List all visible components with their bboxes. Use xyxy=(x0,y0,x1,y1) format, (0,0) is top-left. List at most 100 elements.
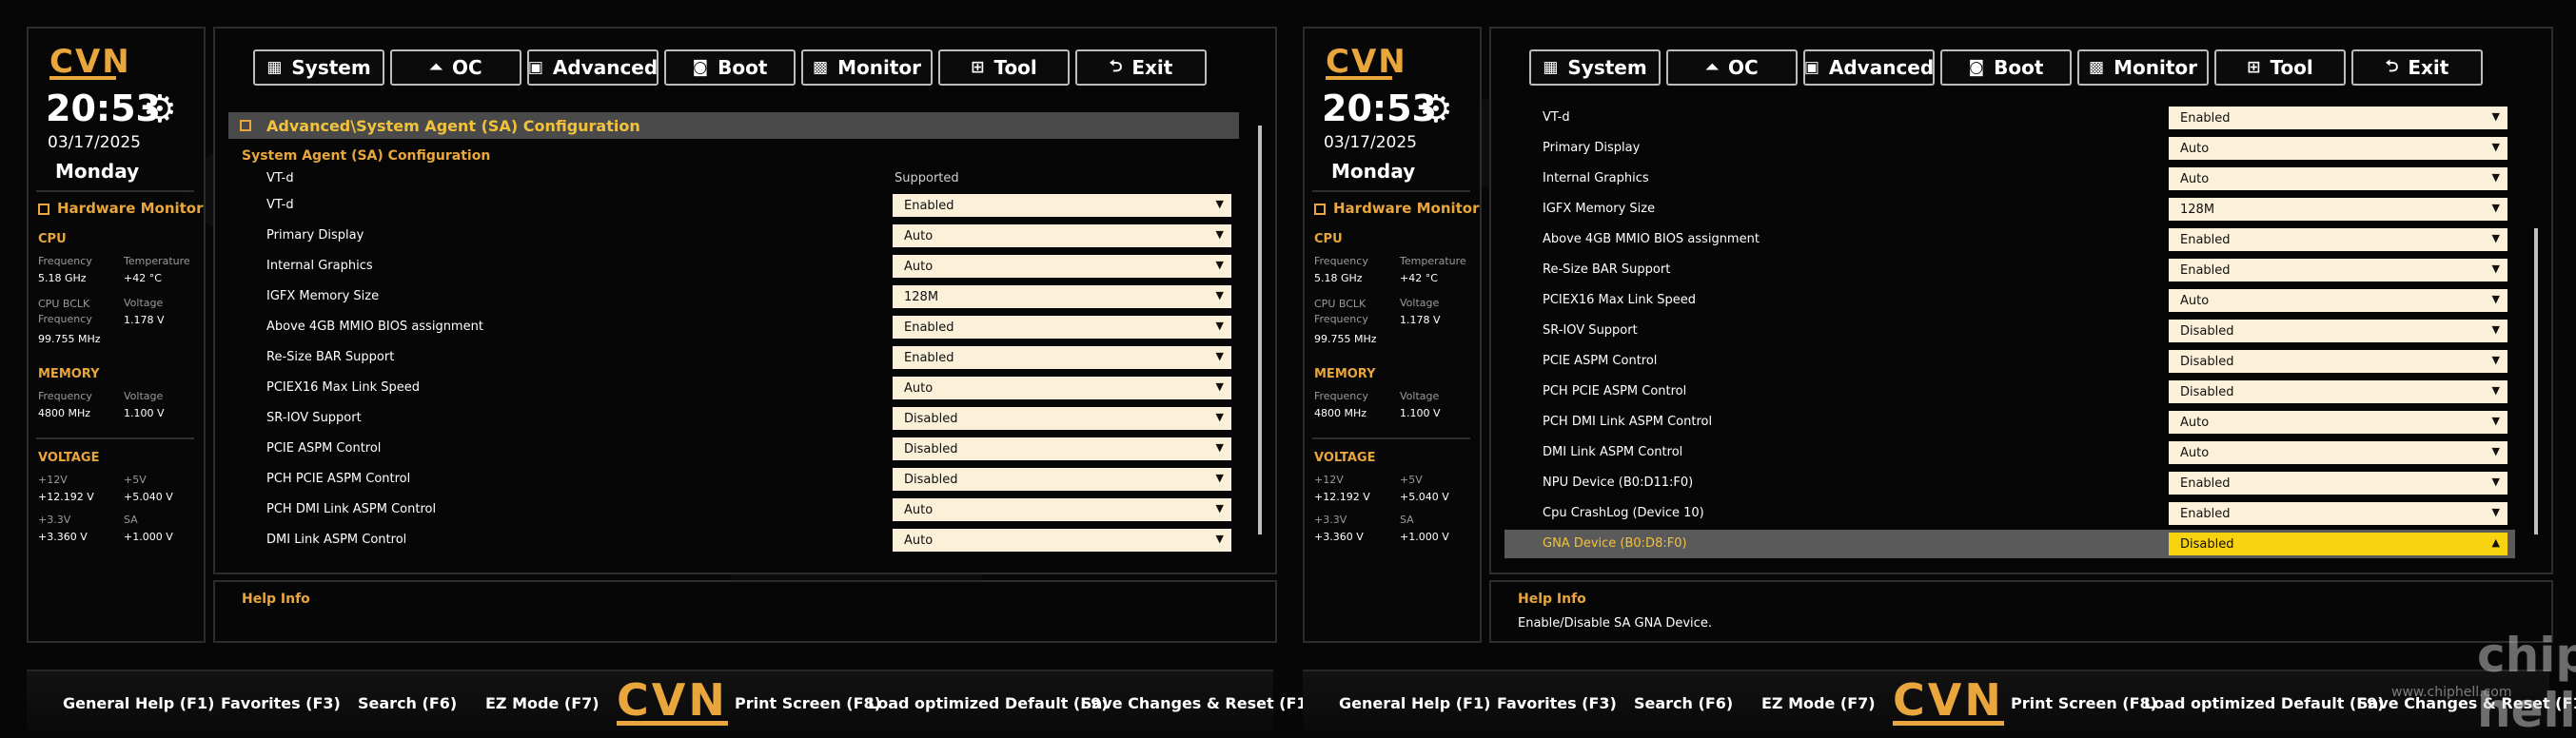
setting-dropdown[interactable]: Auto ▼ xyxy=(893,498,1231,521)
tab-exit[interactable]: ⮌ Exit xyxy=(1075,49,1207,86)
setting-value: 128M xyxy=(904,289,939,304)
tab-tool[interactable]: ⊞ Tool xyxy=(938,49,1070,86)
general-help-button[interactable]: General Help (F1) xyxy=(1339,694,1490,712)
square-icon xyxy=(38,204,49,215)
bios-screen-right: CVN 20:53 ⚙ 03/17/2025 Monday Hardware M… xyxy=(1288,0,2576,738)
disk-icon: ◙ xyxy=(692,58,709,77)
setting-label: DMI Link ASPM Control xyxy=(266,533,407,547)
tab-boot[interactable]: ◙ Boot xyxy=(664,49,796,86)
setting-label: Primary Display xyxy=(266,228,364,243)
v12-label: +12V xyxy=(38,474,68,486)
load-default-button[interactable]: Load optimized Default (F9) xyxy=(868,694,1109,712)
v33-value: +3.360 V xyxy=(38,531,88,543)
tab-tool[interactable]: ⊞ Tool xyxy=(2214,49,2346,86)
help-title: Help Info xyxy=(242,592,310,607)
setting-dropdown[interactable]: Enabled ▼ xyxy=(893,346,1231,369)
tab-system[interactable]: ▦ System xyxy=(1529,49,1661,86)
mem-freq: 4800 MHz xyxy=(1314,407,1367,419)
gear-icon[interactable]: ⚙ xyxy=(143,87,177,131)
setting-dropdown[interactable]: Enabled ▼ xyxy=(893,316,1231,339)
scrollbar[interactable] xyxy=(2534,228,2538,534)
setting-dropdown[interactable]: Enabled ▼ xyxy=(2169,107,2507,129)
favorites-button[interactable]: Favorites (F3) xyxy=(1497,694,1617,712)
favorites-button[interactable]: Favorites (F3) xyxy=(221,694,341,712)
setting-value: Auto xyxy=(2180,415,2210,430)
caret-down-icon: ▼ xyxy=(2491,262,2500,275)
search-button[interactable]: Search (F6) xyxy=(1634,694,1733,712)
general-help-button[interactable]: General Help (F1) xyxy=(63,694,214,712)
help-title: Help Info xyxy=(1518,592,1586,607)
tab-monitor[interactable]: ▩ Monitor xyxy=(801,49,933,86)
mem-volt-label: Voltage xyxy=(1400,390,1440,402)
caret-down-icon: ▼ xyxy=(1215,259,1224,271)
footer-bar: General Help (F1) Favorites (F3) Search … xyxy=(27,670,1325,730)
setting-label: PCH PCIE ASPM Control xyxy=(266,472,411,486)
tab-oc[interactable]: ⏶ OC xyxy=(1666,49,1798,86)
tab-system[interactable]: ▦ System xyxy=(253,49,384,86)
setting-dropdown[interactable]: Enabled ▼ xyxy=(2169,228,2507,251)
setting-dropdown[interactable]: Enabled ▼ xyxy=(2169,502,2507,525)
setting-dropdown[interactable]: Disabled ▼ xyxy=(893,407,1231,430)
setting-value: Enabled xyxy=(904,350,954,365)
caret-down-icon: ▼ xyxy=(2491,110,2500,123)
setting-dropdown[interactable]: Auto ▼ xyxy=(2169,441,2507,464)
mem-volt-label: Voltage xyxy=(124,390,164,402)
setting-label: Re-Size BAR Support xyxy=(266,350,395,364)
setting-dropdown[interactable]: 128M ▼ xyxy=(2169,198,2507,221)
footer-bar: General Help (F1) Favorites (F3) Search … xyxy=(1303,670,2576,730)
setting-label: IGFX Memory Size xyxy=(1543,202,1656,216)
caret-down-icon: ▼ xyxy=(2491,293,2500,305)
setting-dropdown[interactable]: Auto ▼ xyxy=(893,255,1231,278)
setting-label: Above 4GB MMIO BIOS assignment xyxy=(266,320,483,334)
setting-dropdown[interactable]: Disabled ▲ xyxy=(2169,533,2507,555)
setting-dropdown[interactable]: Enabled ▼ xyxy=(2169,259,2507,282)
tab-oc[interactable]: ⏶ OC xyxy=(390,49,521,86)
setting-dropdown[interactable]: Auto ▼ xyxy=(893,377,1231,399)
ez-mode-button[interactable]: EZ Mode (F7) xyxy=(485,694,600,712)
setting-label: IGFX Memory Size xyxy=(266,289,380,303)
tab-boot[interactable]: ◙ Boot xyxy=(1940,49,2072,86)
v33-label: +3.3V xyxy=(1314,514,1347,526)
tab-advanced[interactable]: ▣ Advanced xyxy=(1803,49,1935,86)
toolbox-icon: ⊞ xyxy=(971,58,985,77)
setting-dropdown[interactable]: 128M ▼ xyxy=(893,285,1231,308)
chip-icon: ▣ xyxy=(527,58,543,77)
setting-dropdown[interactable]: Disabled ▼ xyxy=(893,468,1231,491)
print-screen-button[interactable]: Print Screen (F8) xyxy=(735,694,881,712)
tab-label: System xyxy=(1567,56,1647,79)
setting-dropdown[interactable]: Enabled ▼ xyxy=(2169,472,2507,495)
setting-dropdown[interactable]: Disabled ▼ xyxy=(2169,350,2507,373)
tab-advanced[interactable]: ▣ Advanced xyxy=(527,49,659,86)
gear-icon[interactable]: ⚙ xyxy=(1419,87,1453,131)
setting-dropdown[interactable]: Enabled ▼ xyxy=(893,194,1231,217)
setting-dropdown[interactable]: Disabled ▼ xyxy=(2169,320,2507,342)
setting-dropdown[interactable]: Auto ▼ xyxy=(2169,137,2507,160)
setting-value: Enabled xyxy=(904,198,954,213)
cpu-freq-label: Frequency xyxy=(1314,255,1368,267)
load-default-button[interactable]: Load optimized Default (F9) xyxy=(2144,694,2385,712)
settings-panel: ▦ System ⏶ OC ▣ Advanced ◙ Boot ▩ Monitor ⊞ To… xyxy=(1489,27,2553,574)
setting-dropdown[interactable]: Auto ▼ xyxy=(893,224,1231,247)
divider xyxy=(36,437,194,439)
footer-logo: CVN xyxy=(1893,674,2004,726)
search-button[interactable]: Search (F6) xyxy=(358,694,457,712)
setting-label: PCH DMI Link ASPM Control xyxy=(1543,415,1713,429)
setting-value: Disabled xyxy=(2180,536,2234,552)
setting-dropdown[interactable]: Auto ▼ xyxy=(2169,289,2507,312)
scrollbar[interactable] xyxy=(1258,126,1262,534)
setting-dropdown[interactable]: Disabled ▼ xyxy=(2169,380,2507,403)
tab-bar: ▦ System ⏶ OC ▣ Advanced ◙ Boot ▩ Monitor ⊞ To… xyxy=(1529,49,2483,86)
setting-dropdown[interactable]: Auto ▼ xyxy=(893,529,1231,552)
help-panel: Help Info xyxy=(213,580,1277,643)
setting-dropdown[interactable]: Auto ▼ xyxy=(2169,167,2507,190)
setting-dropdown[interactable]: Disabled ▼ xyxy=(893,437,1231,460)
tab-exit[interactable]: ⮌ Exit xyxy=(2351,49,2483,86)
setting-value: Auto xyxy=(904,533,934,548)
setting-dropdown[interactable]: Auto ▼ xyxy=(2169,411,2507,434)
setting-value: Disabled xyxy=(904,441,958,456)
cpu-volt-label: Voltage xyxy=(1400,297,1440,309)
ez-mode-button[interactable]: EZ Mode (F7) xyxy=(1761,694,1876,712)
print-screen-button[interactable]: Print Screen (F8) xyxy=(2011,694,2157,712)
tab-monitor[interactable]: ▩ Monitor xyxy=(2077,49,2209,86)
setting-label: Internal Graphics xyxy=(266,259,373,273)
